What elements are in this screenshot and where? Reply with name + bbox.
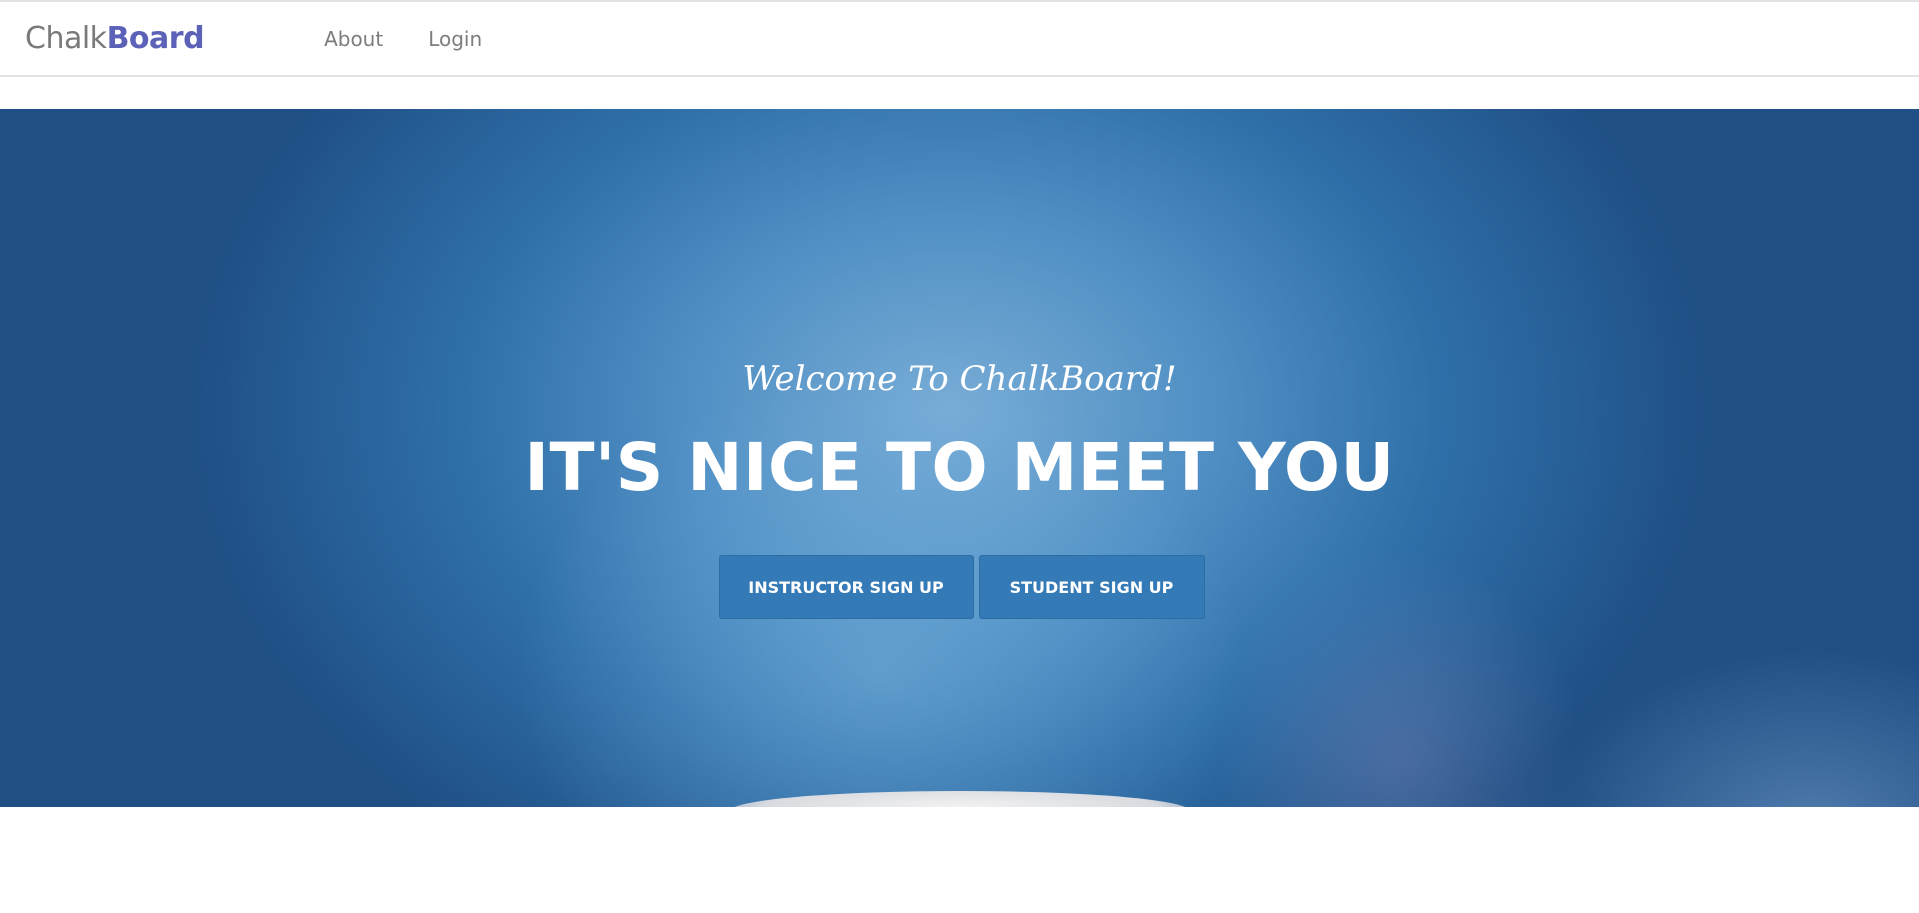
top-navbar: Chalk Board About Login [0,0,1919,77]
brand-logo[interactable]: Chalk Board [25,21,205,56]
brand-logo-bold-text: Board [106,21,205,56]
brand-logo-light-text: Chalk [25,21,107,56]
hero-subtitle: Welcome To ChalkBoard! [742,359,1177,399]
nav-links: About Login [324,27,527,51]
nav-link-about[interactable]: About [324,27,383,51]
hero-button-group: INSTRUCTOR SIGN UP STUDENT SIGN UP [0,555,1919,619]
student-signup-button[interactable]: STUDENT SIGN UP [978,555,1205,619]
hero-title: IT'S NICE TO MEET YOU [524,429,1395,506]
instructor-signup-button[interactable]: INSTRUCTOR SIGN UP [718,555,974,619]
hero-background-plate [730,791,1190,807]
nav-link-login[interactable]: Login [428,27,482,51]
hero-banner: Welcome To ChalkBoard! IT'S NICE TO MEET… [0,109,1919,807]
